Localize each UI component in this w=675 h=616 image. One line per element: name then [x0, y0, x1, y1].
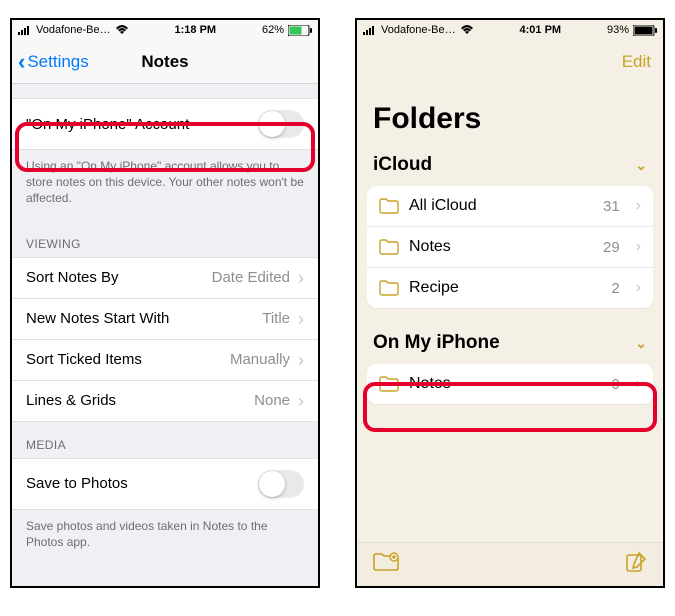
battery-percent: 93%: [607, 24, 629, 36]
chevron-right-icon: ›: [298, 310, 304, 328]
row-value: Manually: [230, 351, 290, 368]
carrier-label: Vodafone-Be…: [36, 24, 111, 36]
bottom-toolbar: [357, 542, 663, 586]
save-to-photos-switch[interactable]: [258, 470, 304, 498]
row-label: "On My iPhone" Account: [26, 116, 189, 133]
folder-icon: [379, 376, 399, 392]
lines-and-grids-row[interactable]: Lines & Grids None ›: [12, 381, 318, 422]
edit-button[interactable]: Edit: [622, 52, 651, 72]
section-header-on-my-iphone[interactable]: On My iPhone ⌄: [357, 322, 663, 358]
switch-knob: [259, 111, 285, 137]
signal-icon: [363, 25, 377, 35]
row-label: Sort Ticked Items: [26, 351, 142, 368]
status-bar: Vodafone-Be… 4:01 PM 93%: [357, 20, 663, 40]
wifi-icon: [115, 25, 129, 35]
carrier-label: Vodafone-Be…: [381, 24, 456, 36]
folder-count: 2: [611, 280, 619, 297]
folder-name: All iCloud: [409, 197, 593, 215]
folder-list-icloud: All iCloud 31 › Notes 29 › Recipe 2 ›: [367, 186, 653, 308]
battery-icon: [288, 25, 312, 36]
nav-bar: Edit: [357, 40, 663, 84]
on-my-iphone-account-row[interactable]: "On My iPhone" Account: [12, 98, 318, 150]
account-footer-text: Using an "On My iPhone" account allows y…: [12, 150, 318, 221]
folder-row-local-notes[interactable]: Notes 0 ›: [367, 364, 653, 404]
folder-icon: [379, 198, 399, 214]
folder-name: Notes: [409, 238, 593, 256]
chevron-right-icon: ›: [298, 351, 304, 369]
folder-icon: [379, 239, 399, 255]
chevron-right-icon: ›: [636, 375, 641, 393]
clock-label: 1:18 PM: [175, 24, 217, 36]
back-label: Settings: [27, 52, 88, 72]
back-button[interactable]: ‹ Settings: [18, 49, 89, 75]
chevron-left-icon: ‹: [18, 49, 25, 75]
folders-content[interactable]: Folders iCloud ⌄ All iCloud 31 › Notes 2…: [357, 84, 663, 542]
section-name: iCloud: [373, 154, 432, 176]
folder-row-notes[interactable]: Notes 29 ›: [367, 227, 653, 268]
row-label: Lines & Grids: [26, 392, 116, 409]
new-folder-icon[interactable]: [373, 552, 399, 577]
chevron-right-icon: ›: [636, 279, 641, 297]
folder-icon: [379, 280, 399, 296]
notes-folders-screen: Vodafone-Be… 4:01 PM 93% Edit Folders iC…: [355, 18, 665, 588]
folder-count: 29: [603, 239, 620, 256]
media-footer-text: Save photos and videos taken in Notes to…: [12, 510, 318, 564]
folder-count: 0: [611, 376, 619, 393]
switch-knob: [259, 471, 285, 497]
battery-percent: 62%: [262, 24, 284, 36]
folder-list-on-my-iphone: Notes 0 ›: [367, 364, 653, 404]
chevron-right-icon: ›: [636, 197, 641, 215]
chevron-down-icon: ⌄: [635, 157, 647, 174]
media-header: MEDIA: [12, 422, 318, 458]
chevron-right-icon: ›: [298, 392, 304, 410]
viewing-header: VIEWING: [12, 221, 318, 257]
sort-ticked-items-row[interactable]: Sort Ticked Items Manually ›: [12, 340, 318, 381]
on-my-iphone-switch[interactable]: [258, 110, 304, 138]
signal-icon: [18, 25, 32, 35]
new-notes-start-with-row[interactable]: New Notes Start With Title ›: [12, 299, 318, 340]
chevron-right-icon: ›: [636, 238, 641, 256]
settings-content[interactable]: "On My iPhone" Account Using an "On My i…: [12, 84, 318, 586]
row-label: Save to Photos: [26, 475, 128, 492]
folder-row-recipe[interactable]: Recipe 2 ›: [367, 268, 653, 308]
battery-icon: [633, 25, 657, 36]
folder-count: 31: [603, 198, 620, 215]
save-to-photos-row[interactable]: Save to Photos: [12, 458, 318, 510]
page-title: Notes: [141, 52, 188, 72]
sort-notes-by-row[interactable]: Sort Notes By Date Edited ›: [12, 257, 318, 299]
settings-notes-screen: Vodafone-Be… 1:18 PM 62% ‹ Settings Note…: [10, 18, 320, 588]
nav-bar: ‹ Settings Notes: [12, 40, 318, 84]
page-title: Folders: [357, 84, 663, 144]
wifi-icon: [460, 25, 474, 35]
chevron-right-icon: ›: [298, 269, 304, 287]
status-bar: Vodafone-Be… 1:18 PM 62%: [12, 20, 318, 40]
compose-icon[interactable]: [625, 551, 647, 578]
folder-name: Notes: [409, 375, 601, 393]
folder-name: Recipe: [409, 279, 601, 297]
section-header-icloud[interactable]: iCloud ⌄: [357, 144, 663, 180]
row-value: None: [254, 392, 290, 409]
folder-row-all-icloud[interactable]: All iCloud 31 ›: [367, 186, 653, 227]
row-value: Title: [262, 310, 290, 327]
row-label: New Notes Start With: [26, 310, 169, 327]
row-label: Sort Notes By: [26, 269, 119, 286]
chevron-down-icon: ⌄: [635, 335, 647, 352]
section-name: On My iPhone: [373, 332, 500, 354]
clock-label: 4:01 PM: [520, 24, 562, 36]
row-value: Date Edited: [212, 269, 290, 286]
